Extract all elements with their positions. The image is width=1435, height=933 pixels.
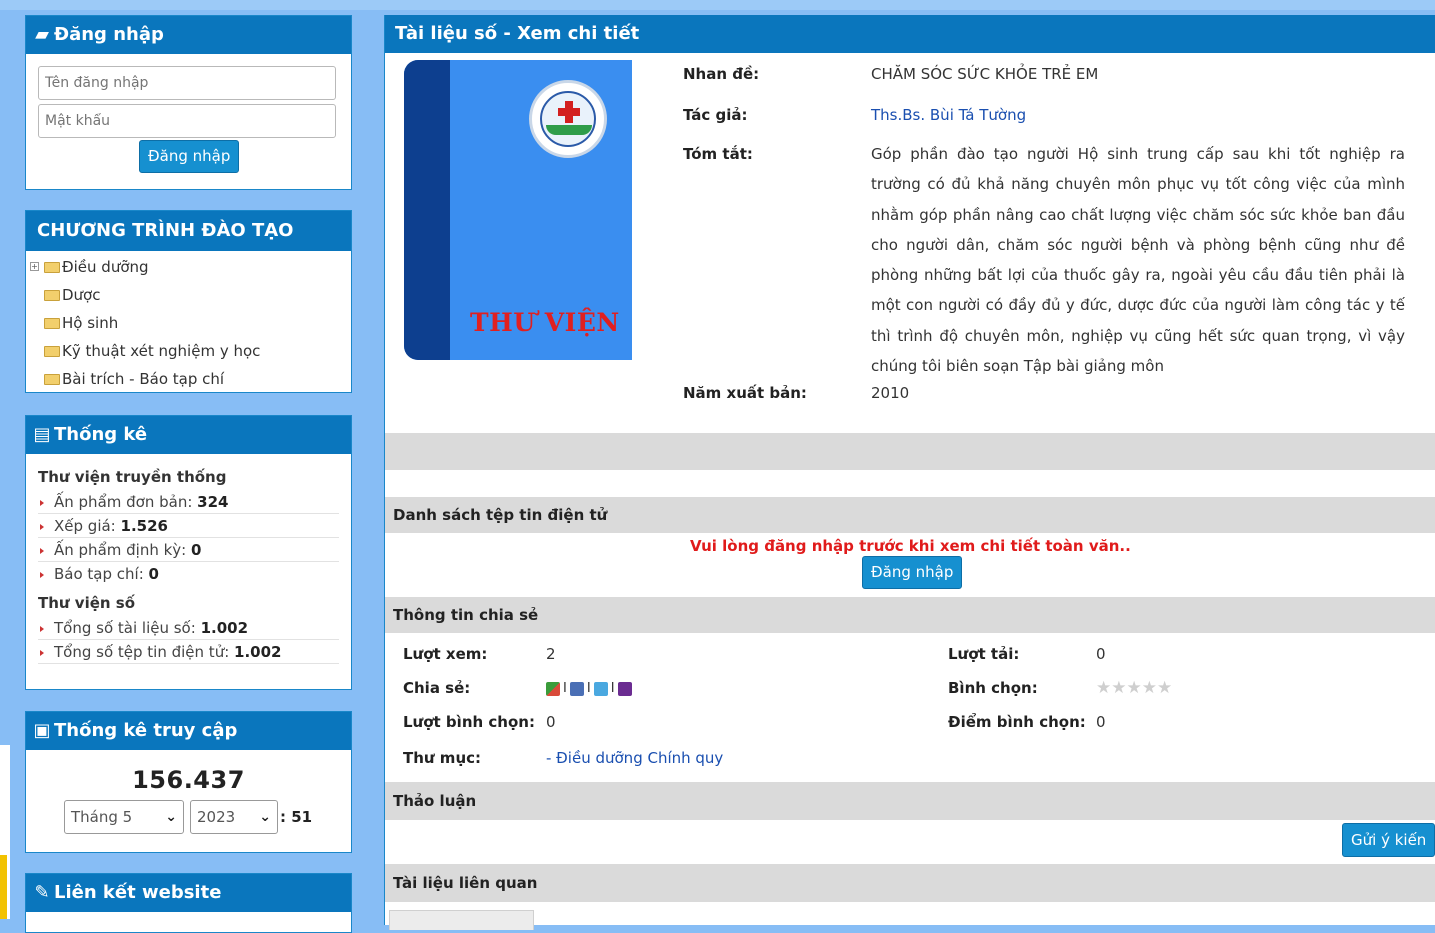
summary-row: Tóm tắt: Góp phần đào tạo người Hộ sinh … [683, 139, 1405, 384]
document-summary: Góp phần đào tạo người Hộ sinh trung cấp… [871, 145, 1405, 376]
rating-stars[interactable]: ★ ★ ★ ★ ★ [1096, 678, 1172, 698]
login-header: ▰ Đăng nhập [26, 16, 351, 54]
tree-item-ho-sinh[interactable]: Hộ sinh [30, 309, 351, 337]
star-icon[interactable]: ★ [1111, 678, 1126, 698]
links-header: ✎ Liên kết website [26, 874, 351, 912]
files-section-title: Danh sách tệp tin điện tử [385, 497, 1435, 533]
stat-item: Ấn phẩm đơn bản: 324 [38, 490, 339, 514]
vote-score: 0 [1096, 713, 1106, 731]
star-icon[interactable]: ★ [1142, 678, 1157, 698]
document-detail-header: Tài liệu số - Xem chi tiết [385, 15, 1435, 53]
tree-item-bai-trich[interactable]: Bài trích - Báo tạp chí [30, 365, 351, 393]
top-background-strip [0, 0, 1435, 10]
chevron-down-icon: ⌄ [259, 809, 271, 825]
folder-link[interactable]: - Điều dưỡng Chính quy [546, 749, 723, 767]
monthly-visit-count: : 51 [280, 808, 313, 826]
folder-icon [44, 262, 60, 273]
cover-spine [404, 60, 450, 360]
access-header: ▣ Thống kê truy cập [26, 712, 351, 750]
username-input[interactable] [38, 66, 336, 100]
stat-item: Tổng số tệp tin điện tử: 1.002 [38, 640, 339, 664]
stat-item: Tổng số tài liệu số: 1.002 [38, 616, 339, 640]
star-icon[interactable]: ★ [1096, 678, 1111, 698]
expand-icon[interactable]: + [30, 262, 39, 271]
related-tab[interactable] [389, 910, 534, 930]
website-links-panel: ✎ Liên kết website [25, 873, 352, 933]
left-decoration-accent [0, 855, 7, 919]
book-cover-image: THƯ VIỆN [404, 60, 632, 360]
digital-library-title: Thư viện số [38, 594, 136, 612]
star-icon[interactable]: ★ [1127, 678, 1142, 698]
download-count: 0 [1096, 645, 1106, 663]
link-icon: ✎ [34, 882, 50, 903]
divider-bar [385, 433, 1435, 470]
traditional-library-title: Thư viện truyền thống [38, 468, 227, 486]
year-select[interactable]: 2023 ⌄ [190, 800, 278, 834]
google-share-icon[interactable] [546, 681, 560, 696]
folder-icon [44, 318, 60, 329]
facebook-share-icon[interactable] [569, 681, 584, 696]
yahoo-share-icon[interactable] [617, 681, 632, 696]
stat-item: Xếp giá: 1.526 [38, 514, 339, 538]
document-detail-panel: Tài liệu số - Xem chi tiết THƯ VIỆN Nhan… [384, 15, 1435, 930]
vote-count: 0 [546, 713, 556, 731]
tree-item-ky-thuat-xet-nghiem[interactable]: Kỹ thuật xét nghiệm y học [30, 337, 351, 365]
login-title: Đăng nhập [54, 24, 164, 45]
program-header: CHƯƠNG TRÌNH ĐÀO TẠO [26, 211, 351, 251]
monthly-visits-row: Tháng 5 ⌄ 2023 ⌄ : 51 [64, 800, 312, 834]
login-panel: ▰Đăng nhập Đăng nhập [25, 15, 352, 190]
login-button[interactable]: Đăng nhập [139, 140, 240, 173]
title-row: Nhan đề: CHĂM SÓC SỨC KHỎE TRẺ EM [683, 65, 1405, 106]
send-feedback-button[interactable]: Gửi ý kiến [1342, 823, 1435, 857]
cover-title: THƯ VIỆN [470, 308, 620, 337]
folder-icon [44, 346, 60, 357]
login-required-warning: Vui lòng đăng nhập trước khi xem chi tiế… [690, 537, 1131, 555]
password-input[interactable] [38, 104, 336, 138]
folder-icon [44, 290, 60, 301]
twitter-share-icon[interactable] [593, 681, 608, 696]
month-select[interactable]: Tháng 5 ⌄ [64, 800, 184, 834]
access-stats-panel: ▣ Thống kê truy cập 156.437 Tháng 5 ⌄ 2023… [25, 711, 352, 853]
document-icon: ▤ [33, 424, 51, 445]
publish-year: 2010 [871, 384, 910, 402]
program-tree: + Điều dưỡng Dược Hộ sinh Kỹ thuật xét ng… [26, 251, 351, 393]
stat-item: Ấn phẩm định kỳ: 0 [38, 538, 339, 562]
view-count: 2 [546, 645, 556, 663]
total-visits: 156.437 [132, 766, 245, 794]
chevron-down-icon: ⌄ [165, 809, 177, 825]
traditional-library-stats: Thư viện truyền thống Ấn phẩm đơn bản: 3… [38, 464, 339, 664]
publish-year-row: Năm xuất bản: 2010 [683, 384, 1405, 414]
training-program-panel: CHƯƠNG TRÌNH ĐÀO TẠO + Điều dưỡng Dược Hộ… [25, 210, 352, 393]
folder-icon: ▰ [35, 24, 49, 45]
folder-icon [44, 374, 60, 385]
tree-item-dieu-duong[interactable]: + Điều dưỡng [30, 253, 351, 281]
tree-item-duoc[interactable]: Dược [30, 281, 351, 309]
stat-item: Báo tạp chí: 0 [38, 562, 339, 586]
school-emblem-icon [529, 80, 607, 158]
stats-header: ▤ Thống kê [26, 416, 351, 454]
share-section-title: Thông tin chia sẻ [385, 597, 1435, 633]
gift-icon: ▣ [33, 720, 51, 741]
document-title: CHĂM SÓC SỨC KHỎE TRẺ EM [871, 65, 1099, 83]
file-login-button[interactable]: Đăng nhập [862, 556, 963, 589]
share-icons: I I I [546, 681, 632, 696]
related-documents-title: Tài liệu liên quan [385, 864, 1435, 902]
statistics-panel: ▤ Thống kê Thư viện truyền thống Ấn phẩm … [25, 415, 352, 690]
document-metadata: Nhan đề: CHĂM SÓC SỨC KHỎE TRẺ EM Tác gi… [683, 65, 1405, 414]
star-icon[interactable]: ★ [1157, 678, 1172, 698]
discussion-section-title: Thảo luận [385, 782, 1435, 820]
